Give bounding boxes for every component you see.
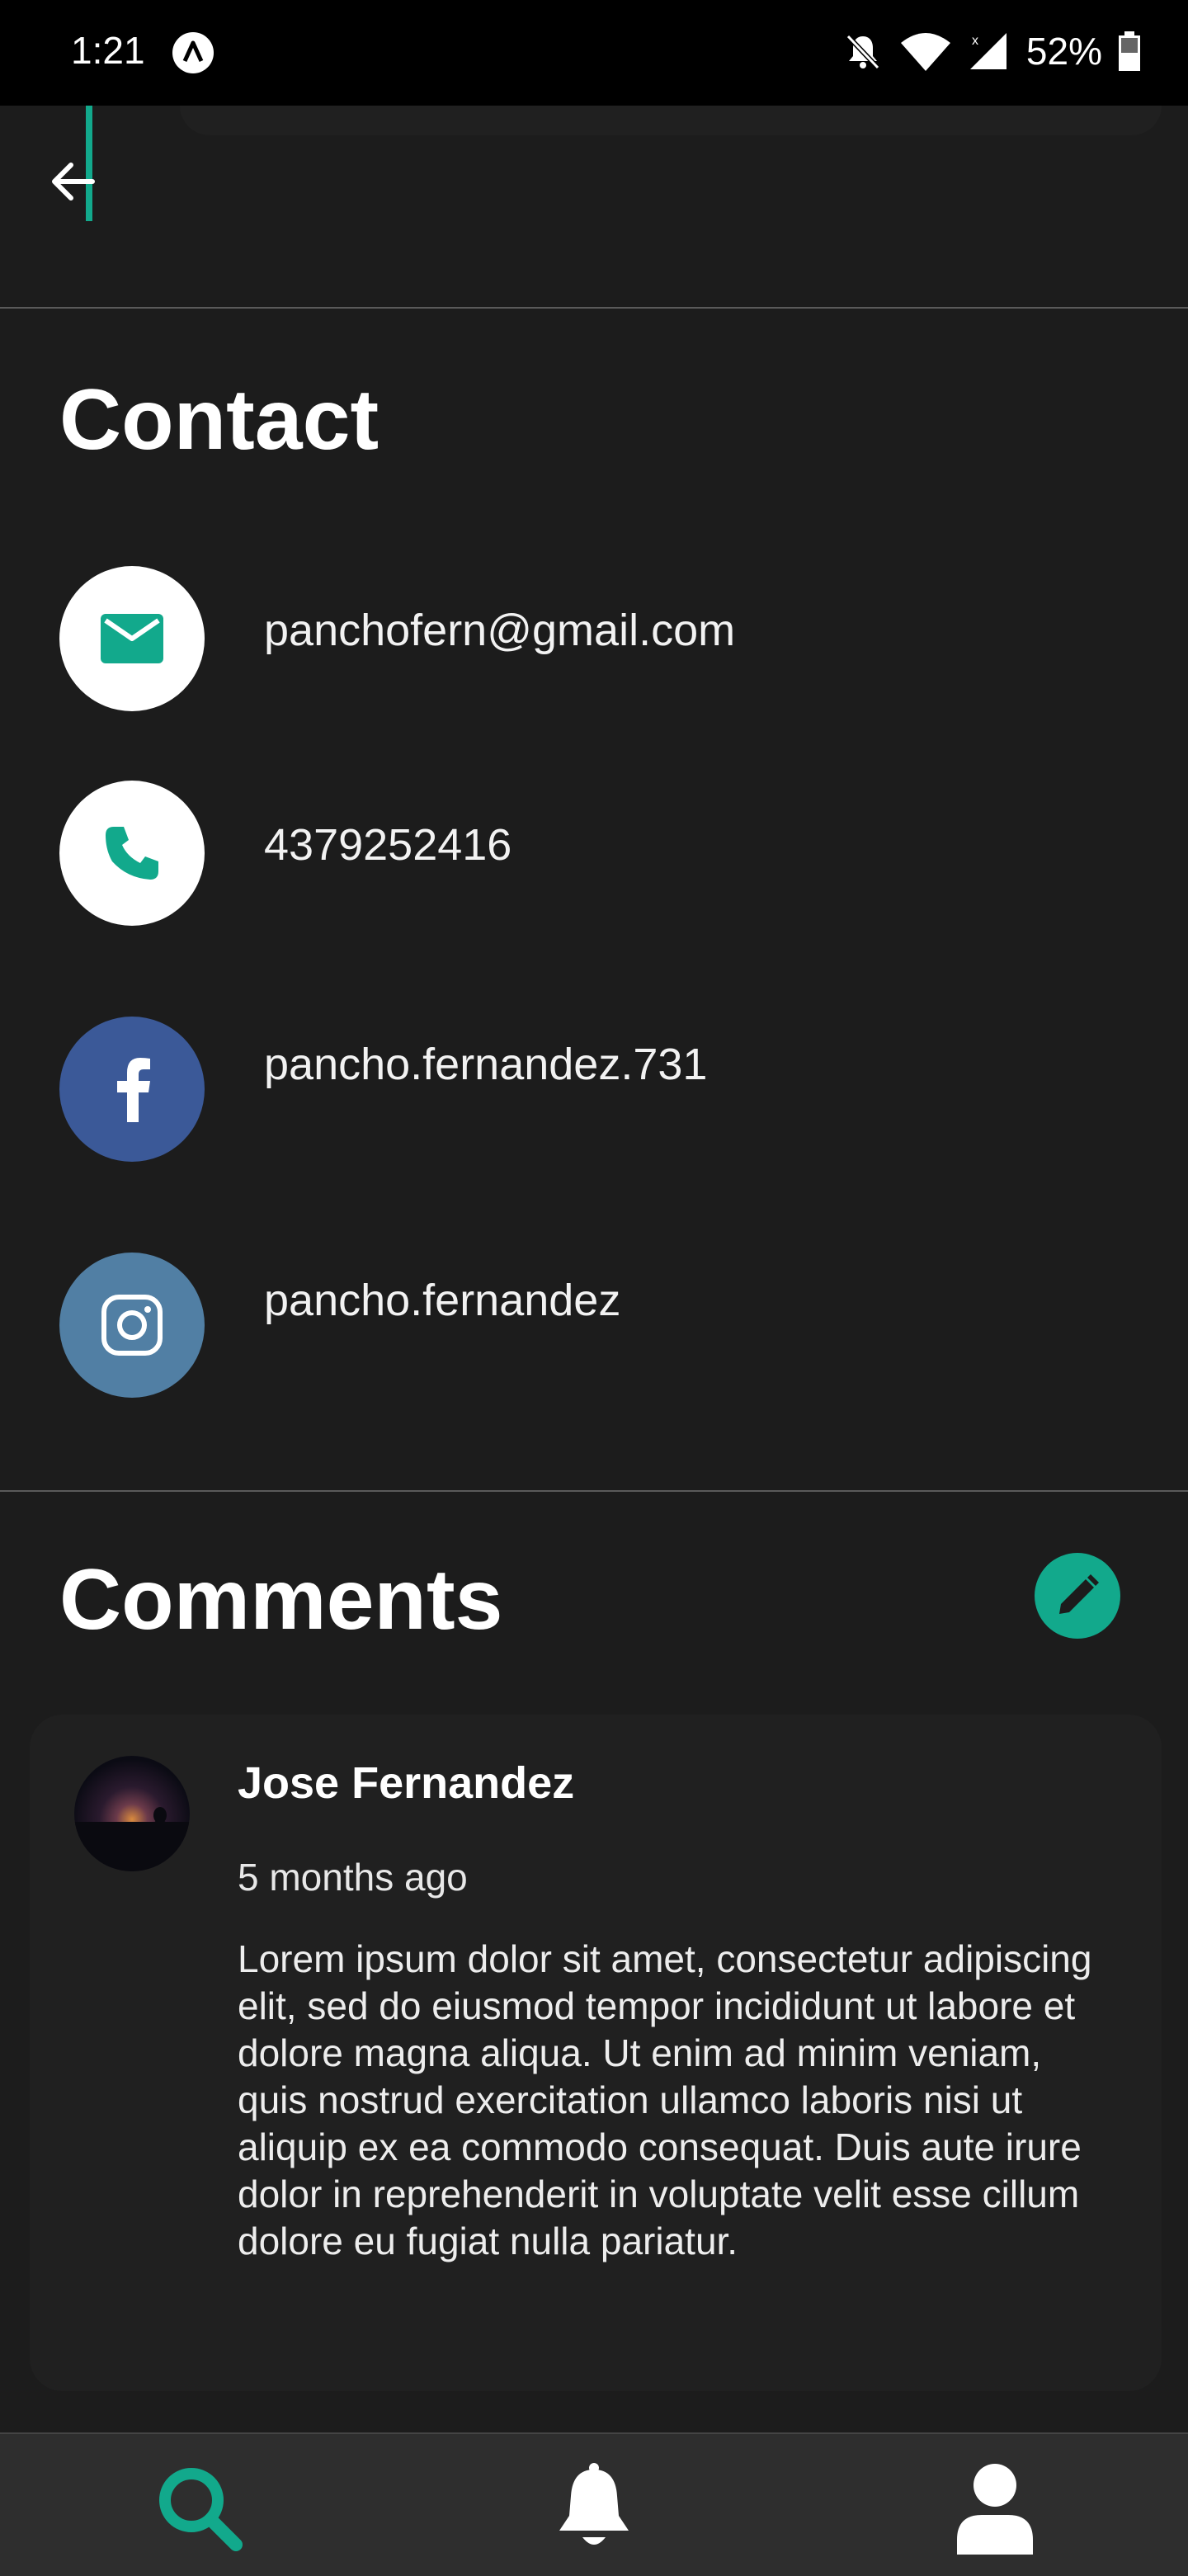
- instagram-icon: [101, 1295, 163, 1356]
- contact-instagram-row[interactable]: pancho.fernandez: [59, 1253, 1132, 1398]
- facebook-icon-circle: [59, 1017, 205, 1162]
- comments-title: Comments: [59, 1552, 503, 1648]
- comment-body: Lorem ipsum dolor sit amet, consectetur …: [238, 1937, 1092, 2262]
- nav-notifications[interactable]: [544, 2459, 644, 2558]
- mail-icon: [101, 614, 163, 663]
- divider: [0, 1490, 1188, 1492]
- contact-title: Contact: [59, 372, 380, 468]
- battery-percent: 52%: [1025, 30, 1102, 73]
- comment-timestamp: 5 months ago: [238, 1856, 468, 1899]
- status-bar: 1:21 x 52%: [0, 0, 1188, 106]
- contact-facebook-row[interactable]: pancho.fernandez.731: [59, 1017, 1132, 1162]
- avatar-silhouette: [74, 1807, 190, 1871]
- divider: [0, 307, 1188, 309]
- status-time: 1:21: [71, 29, 145, 72]
- contact-email-row[interactable]: panchofern@gmail.com: [59, 566, 1132, 711]
- avatar[interactable]: [74, 1756, 190, 1871]
- write-comment-button[interactable]: [1035, 1553, 1120, 1639]
- contact-phone: 4379252416: [264, 820, 512, 870]
- profile-icon: [957, 2464, 1033, 2555]
- comment-card: Jose Fernandez 5 months ago Lorem ipsum …: [30, 1715, 1162, 2391]
- facebook-icon: [117, 1058, 150, 1122]
- pencil-icon: [1059, 1574, 1099, 1614]
- back-button[interactable]: [43, 149, 109, 215]
- search-icon: [159, 2468, 243, 2551]
- comment-author: Jose Fernandez: [238, 1758, 575, 1808]
- nav-profile[interactable]: [945, 2459, 1044, 2558]
- wifi-icon: [900, 33, 950, 71]
- instagram-icon-circle: [59, 1253, 205, 1398]
- contact-instagram: pancho.fernandez: [264, 1276, 621, 1325]
- contact-phone-row[interactable]: 4379252416: [59, 781, 1132, 926]
- notifications-off-icon: [846, 34, 880, 70]
- battery-icon: [1119, 31, 1140, 71]
- email-icon-circle: [59, 566, 205, 711]
- contact-facebook: pancho.fernandez.731: [264, 1040, 708, 1089]
- arrow-left-icon: [52, 163, 95, 201]
- nav-search[interactable]: [150, 2459, 249, 2558]
- app-logo-icon: [172, 32, 214, 73]
- cell-signal-icon: x: [969, 33, 1006, 69]
- bell-icon: [559, 2463, 629, 2545]
- header-card-edge: [180, 106, 1162, 135]
- svg-text:x: x: [972, 34, 978, 48]
- phone-icon: [106, 827, 158, 880]
- top-bar: [0, 106, 1188, 307]
- contact-email: panchofern@gmail.com: [264, 606, 736, 655]
- phone-icon-circle: [59, 781, 205, 926]
- bottom-nav: [0, 2432, 1188, 2576]
